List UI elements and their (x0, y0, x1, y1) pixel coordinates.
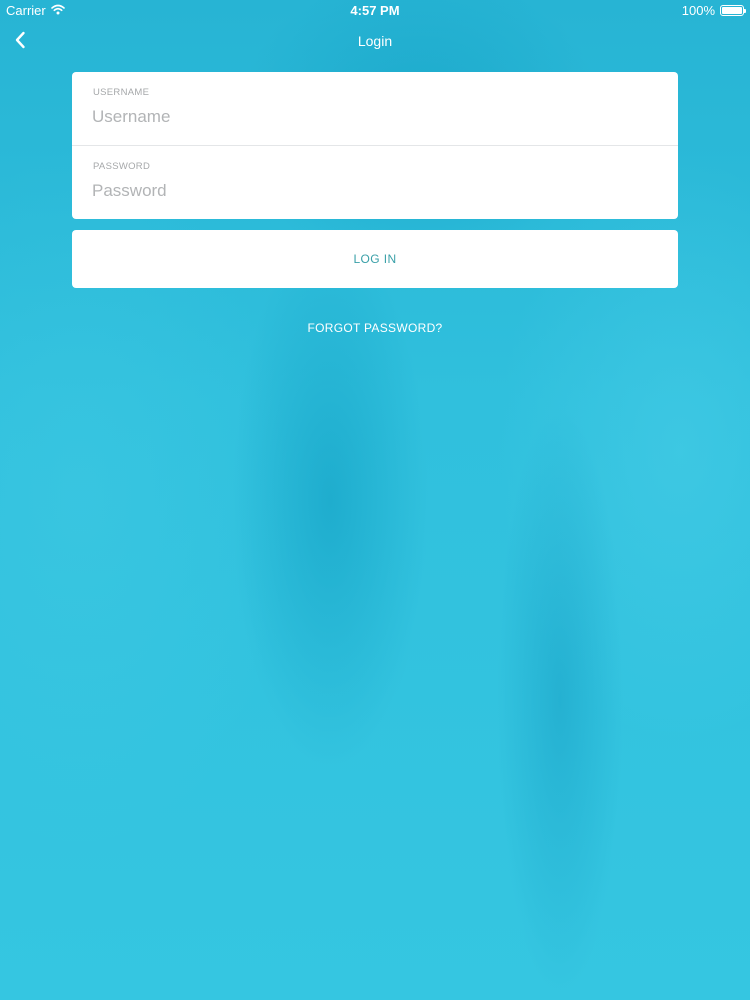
status-bar: Carrier 4:57 PM 100% (0, 0, 750, 20)
battery-percent: 100% (681, 3, 715, 18)
page-title: Login (357, 33, 393, 49)
battery-tip (744, 9, 746, 13)
password-input[interactable] (92, 179, 652, 203)
status-right: 100% (681, 3, 746, 18)
login-button[interactable]: LOG IN (72, 230, 678, 288)
username-input[interactable] (92, 105, 652, 129)
battery-fill (722, 7, 742, 14)
username-label: USERNAME (93, 87, 150, 98)
nav-bar: Login (0, 20, 750, 64)
status-time: 4:57 PM (350, 3, 400, 18)
password-field[interactable]: PASSWORD (72, 146, 678, 219)
password-label: PASSWORD (93, 161, 151, 172)
forgot-password-link[interactable]: FORGOT PASSWORD? (0, 321, 750, 335)
username-field[interactable]: USERNAME (72, 72, 678, 145)
login-form-card: USERNAME PASSWORD (72, 72, 678, 219)
battery-icon (720, 5, 746, 16)
